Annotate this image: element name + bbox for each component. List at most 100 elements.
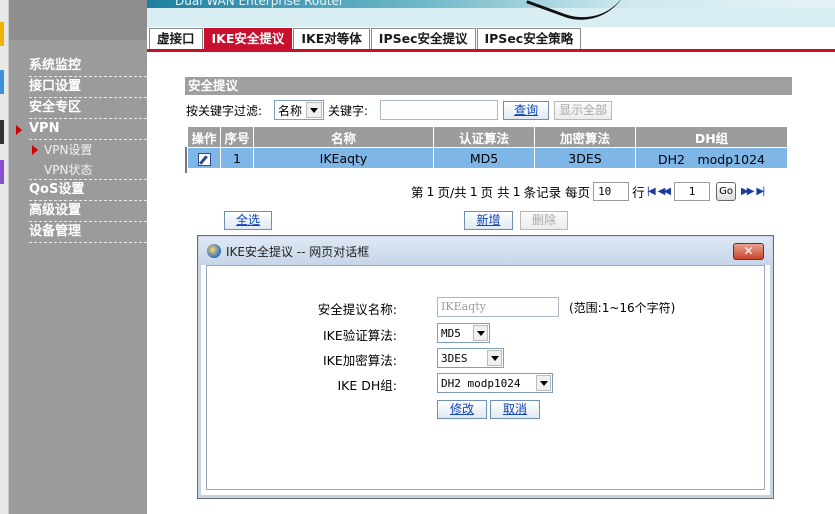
table-header-row: 操作 序号 名称 认证算法 加密算法 DH组 (187, 126, 788, 148)
auth-algorithm-select[interactable]: MD5 (437, 323, 490, 343)
search-button-label: 查询 (514, 102, 539, 117)
row-index: 1 (220, 147, 254, 169)
chevron-down-icon (306, 102, 323, 118)
sidebar-item-label: 接口设置 (29, 79, 82, 94)
chevron-down-icon (487, 350, 502, 366)
dialog-titlebar[interactable]: IKE安全提议 -- 网页对话框 ✕ (199, 237, 772, 265)
select-all-row: 全选 (224, 211, 272, 230)
action-buttons: 新增 删除 (464, 211, 568, 230)
delete-button[interactable]: 删除 (520, 211, 568, 230)
per-page-input[interactable]: 10 (593, 181, 630, 201)
column-header: 名称 (253, 126, 434, 148)
filter-field-select[interactable]: 名称 (274, 100, 325, 120)
tab-virtual-interface[interactable]: 虚接口 (149, 28, 203, 50)
show-all-button[interactable]: 显示全部 (554, 100, 613, 120)
pager-text: 页 共 (480, 184, 510, 200)
close-icon[interactable]: ✕ (733, 243, 764, 260)
delete-button-label: 删除 (531, 213, 556, 227)
sidebar-item-vpn[interactable]: VPN (16, 119, 147, 140)
tab-underline (147, 49, 835, 52)
select-value: 3DES (441, 351, 468, 365)
sidebar-subitem-vpn-status[interactable]: VPN状态 (29, 160, 147, 180)
sidebar-item-advanced[interactable]: 高级设置 (29, 201, 147, 222)
select-all-label: 全选 (235, 213, 260, 227)
select-value: 名称 (278, 103, 303, 118)
current-arrow-icon (32, 145, 38, 155)
pager-text: 页/共 (437, 184, 467, 200)
proposal-dialog: IKE安全提议 -- 网页对话框 ✕ 安全提议名称: IKEaqty (范围:1… (197, 235, 774, 499)
next-page-icon[interactable]: ▶▶ (741, 186, 754, 197)
column-header: 序号 (220, 126, 254, 148)
tab-ipsec-policy[interactable]: IPSec安全策略 (476, 28, 582, 50)
expand-arrow-icon (16, 125, 22, 135)
dh-label: IKE DH组: (337, 378, 398, 393)
sidebar-item-security[interactable]: 安全专区 (29, 98, 147, 119)
modify-button-label: 修改 (449, 402, 474, 416)
sidebar-item-label: VPN (29, 121, 60, 136)
pager-record-count: 1 (512, 183, 521, 199)
select-value: DH2 modp1024 (441, 376, 521, 390)
table-row[interactable]: 1 IKEaqty MD5 3DES DH2 modp1024 (187, 147, 788, 169)
first-page-icon[interactable]: |◀ (647, 186, 656, 197)
pager-text: 第 (411, 184, 424, 200)
encrypt-label: IKE加密算法: (323, 353, 397, 368)
modify-button[interactable]: 修改 (437, 400, 487, 419)
left-edge-strip (0, 0, 9, 514)
sidebar-item-system-monitor[interactable]: 系统监控 (29, 56, 147, 77)
sidebar-top-band (9, 0, 147, 40)
strip-marker (0, 70, 4, 94)
brand-text: Dual WAN Enterprise Router (175, 0, 344, 8)
form-row-encrypt: IKE加密算法: 3DES (207, 347, 767, 369)
form-row-auth: IKE验证算法: MD5 (207, 322, 767, 344)
add-button-label: 新增 (476, 213, 501, 227)
last-page-icon[interactable]: ▶| (756, 186, 765, 197)
go-button[interactable]: Go (716, 181, 737, 201)
pagination: 第 1 页/共 1 页 共 1 条记录 每页 10 行 |◀ ◀◀ 1 Go ▶… (411, 181, 766, 201)
tab-ipsec-proposal[interactable]: IPSec安全提议 (370, 28, 476, 50)
cancel-button-label: 取消 (502, 402, 527, 416)
chevron-down-icon (536, 375, 551, 391)
section-title: 安全提议 (185, 77, 792, 95)
chevron-down-icon (473, 325, 488, 341)
sidebar-item-label: 安全专区 (29, 100, 82, 115)
sidebar-item-interface[interactable]: 接口设置 (29, 77, 147, 98)
jump-page-input[interactable]: 1 (674, 181, 711, 201)
prev-page-icon[interactable]: ◀◀ (658, 186, 671, 197)
dh-group-select[interactable]: DH2 modp1024 (437, 373, 553, 393)
sidebar-subitem-label: VPN设置 (44, 143, 93, 157)
pager-current-page: 1 (426, 183, 435, 199)
row-auth: MD5 (433, 147, 535, 169)
sidebar-item-qos[interactable]: QoS设置 (29, 180, 147, 201)
keyword-input[interactable] (380, 100, 499, 120)
dialog-body: 安全提议名称: IKEaqty (范围:1~16个字符) IKE验证算法: MD… (206, 265, 765, 490)
tab-ike-peer[interactable]: IKE对等体 (293, 28, 370, 50)
select-value: MD5 (441, 326, 461, 340)
sidebar-subitem-vpn-settings[interactable]: VPN设置 (29, 140, 147, 160)
label-column: IKE验证算法: (297, 322, 397, 344)
edit-icon[interactable] (197, 152, 211, 166)
search-button[interactable]: 查询 (503, 100, 550, 120)
tab-ike-proposal[interactable]: IKE安全提议 (203, 28, 293, 50)
select-all-button[interactable]: 全选 (224, 211, 272, 230)
dialog-title: IKE安全提议 -- 网页对话框 (226, 244, 370, 259)
column-header: DH组 (635, 126, 788, 148)
sidebar-item-label: 系统监控 (29, 58, 82, 73)
row-encrypt: 3DES (534, 147, 636, 169)
column-header: 加密算法 (534, 126, 636, 148)
keyword-label: 关键字: (328, 103, 369, 118)
cancel-button[interactable]: 取消 (490, 400, 540, 419)
proposal-table: 操作 序号 名称 认证算法 加密算法 DH组 1 IKEaqty MD5 3DE… (187, 126, 788, 169)
strip-marker (0, 160, 4, 184)
add-button[interactable]: 新增 (464, 211, 513, 230)
browser-icon (207, 244, 221, 258)
sidebar-item-label: 高级设置 (29, 203, 82, 218)
sidebar-item-device-management[interactable]: 设备管理 (29, 222, 147, 243)
row-name: IKEaqty (253, 147, 434, 169)
label-column: IKE DH组: (297, 372, 398, 394)
sidebar-subitem-label: VPN状态 (44, 163, 93, 177)
sidebar-nav: 系统监控 接口设置 安全专区 VPN VPN设置 VPN状态 QoS设置 高级设… (16, 56, 147, 243)
encrypt-algorithm-select[interactable]: 3DES (437, 348, 504, 368)
auth-label: IKE验证算法: (323, 328, 397, 343)
pager-text: 条记录 每页 (523, 184, 591, 200)
filter-label: 按关键字过滤: (186, 103, 263, 118)
